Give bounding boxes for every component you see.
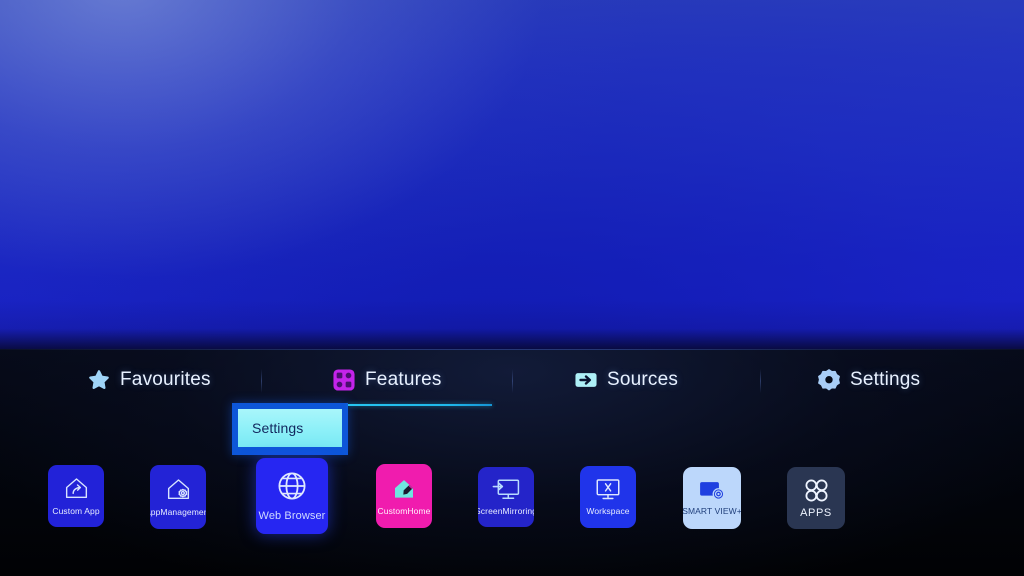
app-tile-screen-mirroring[interactable]: ScreenMirroring [478,467,534,527]
input-arrow-icon [575,369,597,391]
nav-item-features[interactable]: Features [333,363,442,397]
app-tile-custom-app[interactable]: Custom App [48,465,104,527]
app-tile-web-browser[interactable]: Web Browser [256,458,328,534]
nav-item-sources[interactable]: Sources [575,363,678,397]
app-tile-label: CustomHome [377,506,431,517]
nav-label-sources: Sources [607,369,679,390]
nav-divider [512,369,513,393]
app-tile-label: Custom App [52,506,100,517]
wallpaper-background [0,0,1024,349]
monitor-cursor-icon [595,478,621,501]
smart-view-icon [698,480,726,501]
nav-item-favourites[interactable]: Favourites [88,363,211,397]
house-gear-icon [166,477,191,501]
nav-divider [760,369,761,393]
nav-label-features: Features [365,369,442,390]
main-navigation: Favourites Features Sources Settings [0,363,1024,409]
app-tile-label: ScreenMirroring [478,506,534,517]
house-arrow-icon [64,476,89,500]
nav-item-settings[interactable]: Settings [818,363,920,397]
house-pencil-icon [391,476,417,501]
settings-callout-inner: Settings [238,409,342,447]
nav-divider [261,369,262,393]
settings-callout-connector-line [348,404,492,406]
app-tile-apps[interactable]: APPS [787,467,845,529]
grid-apps-icon [333,369,355,391]
app-tile-label: APPS [800,506,832,519]
panel-top-divider [0,349,1024,350]
app-tile-workspace[interactable]: Workspace [580,466,636,528]
home-menu-panel: Favourites Features Sources Settings Set… [0,349,1024,576]
nav-label-settings: Settings [850,369,921,390]
four-circles-icon [804,478,829,503]
app-tile-smart-view-plus[interactable]: SMART VIEW+ [683,467,741,529]
star-icon [88,369,110,391]
app-tile-custom-home[interactable]: CustomHome [376,464,432,528]
app-tile-label: Web Browser [258,510,326,522]
app-tile-label: AppManagement [150,507,206,518]
app-tile-label: SMART VIEW+ [683,506,741,517]
gear-icon [818,369,840,391]
monitor-arrow-icon [492,478,520,501]
app-tile-app-management[interactable]: AppManagement [150,465,206,529]
settings-callout-box[interactable]: Settings [232,403,348,455]
app-tile-label: Workspace [586,506,630,517]
globe-icon [276,470,308,502]
settings-callout-label: Settings [252,420,304,436]
tv-home-screen: Favourites Features Sources Settings Set… [0,0,1024,576]
nav-label-favourites: Favourites [120,369,211,390]
app-tile-row: Custom App AppManagement [0,458,1024,549]
